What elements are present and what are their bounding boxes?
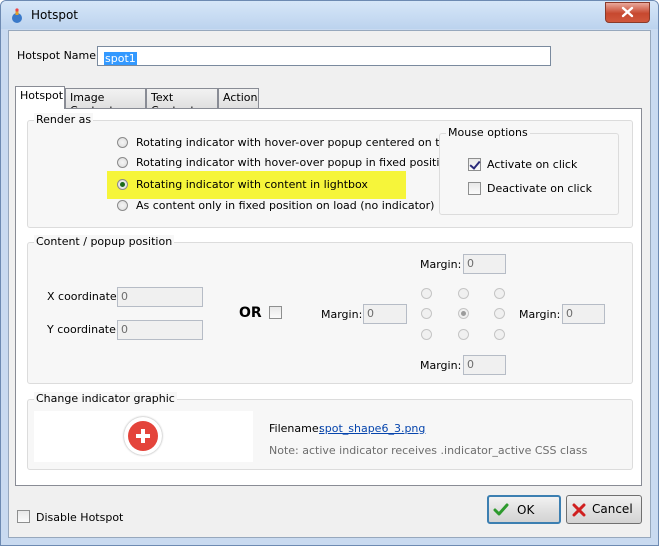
activate-on-click-checkbox[interactable]: [468, 158, 481, 171]
window-title: Hotspot: [31, 8, 78, 22]
ok-button[interactable]: OK: [487, 495, 561, 524]
anchor-bottom-center-radio[interactable]: [458, 329, 469, 340]
indicator-preview[interactable]: [34, 411, 253, 462]
app-icon: [12, 8, 22, 23]
y-coordinate-label: Y coordinate:: [47, 323, 120, 336]
close-button[interactable]: [605, 2, 650, 23]
indicator-title: Change indicator graphic: [34, 392, 177, 405]
tab-text-content[interactable]: Text Content: [146, 88, 218, 117]
or-label: OR: [239, 305, 262, 321]
margin-top-value: 0: [467, 257, 474, 270]
margin-top-input[interactable]: 0: [463, 254, 506, 274]
anchor-top-center-radio[interactable]: [458, 288, 469, 299]
anchor-middle-right-radio[interactable]: [494, 308, 505, 319]
deactivate-on-click-label: Deactivate on click: [487, 182, 592, 195]
render-option-3-radio[interactable]: [117, 179, 128, 190]
anchor-top-right-radio[interactable]: [494, 288, 505, 299]
indicator-plus-icon: [124, 417, 162, 455]
render-option-1-radio[interactable]: [117, 137, 128, 148]
tab-action[interactable]: Action: [218, 88, 259, 108]
margin-top-label: Margin:: [420, 258, 462, 271]
render-option-4-label: As content only in fixed position on loa…: [136, 199, 435, 212]
x-coordinate-input[interactable]: 0: [117, 287, 203, 307]
cancel-button[interactable]: Cancel: [566, 495, 642, 524]
filename-label: Filename:: [269, 422, 323, 435]
margin-bottom-value: 0: [467, 358, 474, 371]
tab-image-content[interactable]: Image Content: [65, 88, 146, 117]
mouse-options-group: Mouse options: [439, 126, 619, 215]
y-coordinate-input[interactable]: 0: [117, 320, 203, 340]
hotspot-name-label: Hotspot Name:: [17, 49, 100, 62]
x-coordinate-label: X coordinate:: [47, 290, 121, 303]
margin-left-label: Margin:: [321, 308, 363, 321]
cancel-label: Cancel: [592, 502, 633, 516]
render-option-2-radio[interactable]: [117, 157, 128, 168]
close-icon: [621, 6, 634, 18]
mouse-options-title: Mouse options: [446, 126, 530, 139]
anchor-bottom-left-radio[interactable]: [421, 329, 432, 340]
render-option-3-label: Rotating indicator with content in light…: [136, 178, 368, 191]
render-option-1-label: Rotating indicator with hover-over popup…: [136, 136, 454, 149]
disable-hotspot-label: Disable Hotspot: [36, 511, 124, 524]
margin-right-value: 0: [566, 307, 573, 320]
x-coordinate-value: 0: [121, 290, 128, 303]
check-icon: [493, 503, 509, 516]
hotspot-name-value: spot1: [104, 52, 137, 65]
hotspot-name-input[interactable]: spot1: [97, 46, 551, 66]
margin-left-input[interactable]: 0: [363, 304, 407, 324]
render-as-title: Render as: [34, 113, 94, 126]
tab-hotspot[interactable]: Hotspot: [15, 86, 65, 109]
anchor-top-left-radio[interactable]: [421, 288, 432, 299]
margin-right-label: Margin:: [519, 308, 561, 321]
margin-bottom-input[interactable]: 0: [463, 355, 506, 375]
ok-label: OK: [517, 503, 535, 517]
tab-hotspot-label: Hotspot: [20, 89, 64, 102]
indicator-note: Note: active indicator receives .indicat…: [269, 444, 588, 457]
anchor-middle-left-radio[interactable]: [421, 308, 432, 319]
position-title: Content / popup position: [34, 235, 175, 248]
margin-right-input[interactable]: 0: [562, 304, 605, 324]
use-margins-checkbox[interactable]: [269, 306, 282, 319]
filename-link[interactable]: spot_shape6_3.png: [319, 422, 425, 435]
cancel-x-icon: [572, 503, 586, 517]
title-bar[interactable]: Hotspot: [1, 1, 658, 29]
disable-hotspot-checkbox[interactable]: [17, 510, 30, 523]
render-option-2-label: Rotating indicator with hover-over popup…: [136, 156, 454, 169]
anchor-bottom-right-radio[interactable]: [494, 329, 505, 340]
activate-on-click-label: Activate on click: [487, 158, 578, 171]
deactivate-on-click-checkbox[interactable]: [468, 182, 481, 195]
y-coordinate-value: 0: [121, 323, 128, 336]
margin-bottom-label: Margin:: [420, 359, 462, 372]
anchor-center-radio[interactable]: [458, 308, 469, 319]
margin-left-value: 0: [367, 307, 374, 320]
tab-action-label: Action: [223, 91, 258, 104]
render-option-4-radio[interactable]: [117, 200, 128, 211]
